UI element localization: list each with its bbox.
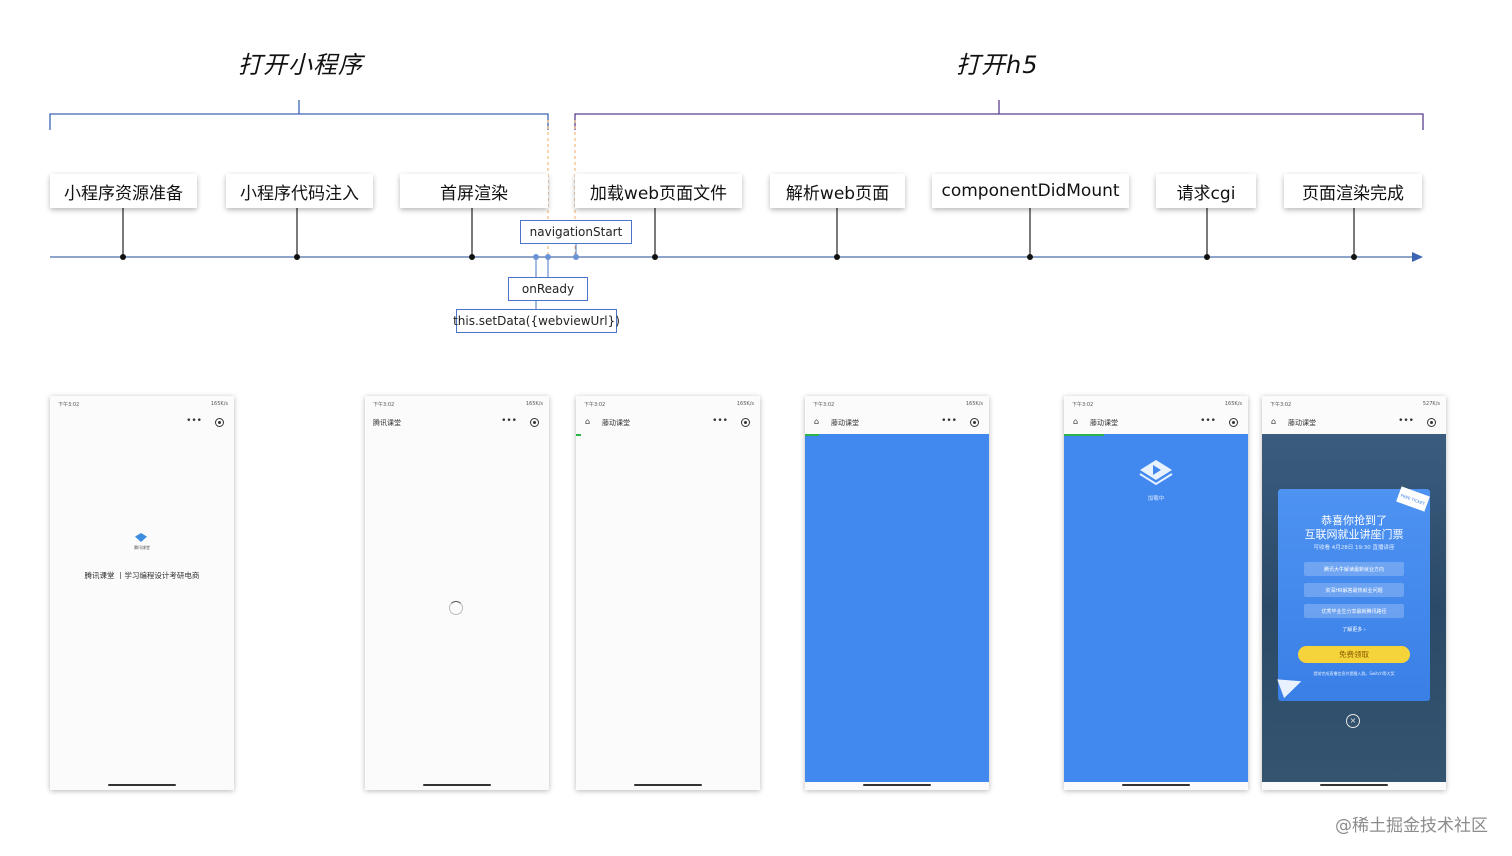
home-indicator [423, 784, 491, 786]
tencent-classroom-logo-icon [1139, 460, 1173, 486]
home-icon[interactable]: ⌂ [1271, 417, 1276, 426]
phone-blank-webview: 下午3:02 165K/s ⌂ 藤动课堂 ••• [576, 396, 760, 790]
watermark: @稀土掘金技术社区 [1335, 816, 1488, 836]
nav-bar: ⌂ 藤动课堂 ••• [576, 412, 760, 432]
phone-blue-webview: 下午3:02 165K/s ⌂ 藤动课堂 ••• [805, 396, 989, 790]
nav-title: 藤动课堂 [831, 419, 859, 427]
timeline-arrow [1412, 252, 1423, 262]
event-set-data: this.setData({webviewUrl}) [453, 309, 620, 333]
status-bar: 下午3:02 527K/s [1270, 401, 1440, 408]
close-popup-icon[interactable]: × [1346, 714, 1360, 728]
claim-free-button[interactable]: 免费领取 [1298, 646, 1410, 663]
progress-bar [576, 434, 581, 436]
more-icon[interactable]: ••• [1200, 416, 1216, 426]
nav-bar: ⌂ 藤动课堂 ••• [1262, 412, 1446, 432]
timeline-diagram [49, 100, 1424, 310]
promo-card: FREE TICKET 恭喜你抢到了 互联网就业讲座门票 可收看 4月28日 1… [1277, 486, 1430, 701]
nav-bar: ⌂ 藤动课堂 ••• [1064, 412, 1248, 432]
bracket-h5 [574, 100, 1424, 130]
status-bar: 下午3:02 165K/s [58, 401, 228, 408]
loading-text: 加载中 [1147, 496, 1165, 502]
phone-loading-logo: 下午3:02 165K/s ⌂ 藤动课堂 ••• 加载中 [1064, 396, 1248, 790]
progress-bar [1064, 434, 1104, 436]
capsule-close-icon[interactable] [530, 418, 539, 427]
home-icon[interactable]: ⌂ [1073, 417, 1078, 426]
capsule-close-icon[interactable] [970, 418, 979, 427]
nav-bar: ⌂ 藤动课堂 ••• [805, 412, 989, 432]
tencent-classroom-logo-icon [135, 533, 147, 542]
status-bar: 下午3:02 165K/s [813, 401, 983, 408]
step-code-inject: 小程序代码注入 [226, 174, 373, 208]
promo-date: 可收看 4月28日 19:30 直播讲座 [1313, 545, 1395, 551]
web-content-background [805, 434, 989, 782]
promo-title-line2: 互联网就业讲座门票 [1304, 528, 1404, 541]
nav-title: 腾讯课堂 [373, 419, 401, 427]
status-bar: 下午3:02 165K/s [584, 401, 754, 408]
promo-item-1: 腾讯大牛解读最新就业方向 [1304, 562, 1404, 576]
splash-text: 腾讯课堂 丨学习编程设计考研电商 [84, 571, 200, 580]
bracket-mini-program [49, 100, 549, 130]
promo-more-link[interactable]: 了解更多 › [1278, 626, 1430, 633]
home-icon[interactable]: ⌂ [814, 417, 819, 426]
nav-bar: ••• [50, 412, 234, 432]
status-bar: 下午3:02 165K/s [1072, 401, 1242, 408]
phone-promo-page: 下午3:02 527K/s ⌂ 藤动课堂 ••• FREE TICKET 恭喜你抢到了… [1262, 396, 1446, 790]
step-parse-web-page: 解析web页面 [770, 174, 905, 208]
event-navigation-start: navigationStart [520, 220, 632, 244]
event-on-ready: onReady [508, 277, 588, 301]
capsule-close-icon[interactable] [741, 418, 750, 427]
more-icon[interactable]: ••• [1398, 416, 1414, 426]
step-resource-prepare: 小程序资源准备 [50, 174, 197, 208]
phone-splash: 下午3:02 165K/s ••• 腾讯课堂 腾讯课堂 丨学习编程设计考研电商 [50, 396, 234, 790]
step-request-cgi: 请求cgi [1156, 174, 1256, 208]
home-indicator [108, 784, 176, 786]
home-indicator [863, 784, 931, 786]
nav-title: 藤动课堂 [1090, 419, 1118, 427]
step-first-render: 首屏渲染 [400, 174, 548, 208]
promo-item-2: 资深HR解答最热就业问题 [1304, 583, 1404, 597]
more-icon[interactable]: ••• [941, 416, 957, 426]
promo-footer: 提前完成直播信息并提醒入群。Switch等大奖 [1313, 671, 1395, 676]
free-ticket-badge: FREE TICKET [1396, 486, 1430, 512]
capsule-close-icon[interactable] [215, 418, 224, 427]
nav-title: 藤动课堂 [1288, 419, 1316, 427]
step-render-complete: 页面渲染完成 [1284, 174, 1422, 208]
step-load-web-files: 加载web页面文件 [575, 174, 742, 208]
more-icon[interactable]: ••• [501, 416, 517, 426]
progress-bar [805, 434, 819, 436]
status-bar: 下午3:02 165K/s [373, 401, 543, 408]
splash-logo-text: 腾讯课堂 [134, 545, 150, 550]
home-indicator [1122, 784, 1190, 786]
nav-bar: 腾讯课堂 ••• [365, 412, 549, 432]
capsule-close-icon[interactable] [1229, 418, 1238, 427]
phone-loading-spinner: 下午3:02 165K/s 腾讯课堂 ••• [365, 396, 549, 790]
capsule-close-icon[interactable] [1427, 418, 1436, 427]
more-icon[interactable]: ••• [712, 416, 728, 426]
nav-title: 藤动课堂 [602, 419, 630, 427]
home-icon[interactable]: ⌂ [585, 417, 590, 426]
promo-item-3: 优秀毕业生分享最新腾讯路径 [1304, 604, 1404, 618]
home-indicator [634, 784, 702, 786]
step-component-did-mount: componentDidMount [932, 174, 1129, 208]
more-icon[interactable]: ••• [186, 416, 202, 426]
home-indicator [1320, 784, 1388, 786]
loading-spinner-icon [449, 601, 463, 615]
